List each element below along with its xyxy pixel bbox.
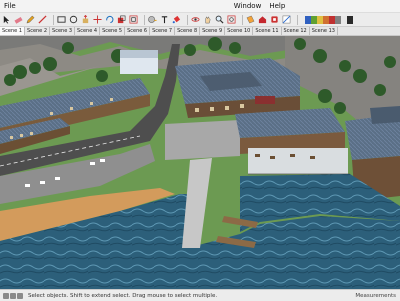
- extension-icon[interactable]: [270, 15, 279, 24]
- scale-icon[interactable]: [117, 15, 126, 24]
- line-icon[interactable]: [38, 15, 47, 24]
- menu-help[interactable]: Help: [265, 0, 289, 12]
- waterfront-restaurant: [235, 108, 350, 175]
- tab-scene-3[interactable]: Scene 3: [50, 27, 76, 35]
- toolbar-separator: [53, 14, 54, 25]
- tab-scene-8[interactable]: Scene 8: [175, 27, 201, 35]
- rotate-icon[interactable]: [105, 15, 114, 24]
- white-building-roof: [120, 50, 158, 58]
- tab-scene-10[interactable]: Scene 10: [225, 27, 254, 35]
- tab-scene-11[interactable]: Scene 11: [253, 27, 282, 35]
- tab-scene-9[interactable]: Scene 9: [200, 27, 226, 35]
- status-hint: Select objects. Shift to extend select. …: [28, 292, 218, 299]
- warehouse-icon[interactable]: [258, 15, 267, 24]
- styles-icon[interactable]: [282, 15, 291, 24]
- toolbar-separator: [242, 14, 243, 25]
- tab-scene-7[interactable]: Scene 7: [150, 27, 176, 35]
- main-lodge: [175, 58, 300, 118]
- pan-icon[interactable]: [203, 15, 212, 24]
- model-viewport[interactable]: [0, 36, 400, 289]
- tab-scene-13[interactable]: Scene 13: [310, 27, 338, 35]
- select-icon[interactable]: [2, 15, 11, 24]
- status-icons: [3, 292, 24, 299]
- tab-scene-1[interactable]: Scene 1: [0, 27, 26, 35]
- rectangle-icon[interactable]: [57, 15, 66, 24]
- tape-measure-icon[interactable]: [148, 15, 157, 24]
- main-toolbar: [0, 13, 400, 27]
- section-plane-icon[interactable]: [246, 15, 255, 24]
- menu-window[interactable]: Window: [230, 0, 266, 12]
- geo-location-icon[interactable]: [3, 292, 9, 299]
- user-icon[interactable]: [17, 292, 23, 299]
- eraser-icon[interactable]: [14, 15, 23, 24]
- menu-bar: File Window Help: [0, 0, 400, 13]
- pencil-icon[interactable]: [26, 15, 35, 24]
- zoom-extents-icon[interactable]: [227, 15, 236, 24]
- credits-icon[interactable]: [10, 292, 16, 299]
- menu-file[interactable]: File: [0, 0, 20, 12]
- white-building: [120, 58, 158, 74]
- circle-icon[interactable]: [69, 15, 78, 24]
- text-icon[interactable]: [160, 15, 169, 24]
- paint-bucket-icon[interactable]: [172, 15, 181, 24]
- color-swatches[interactable]: [305, 15, 353, 24]
- toolbar-separator: [187, 14, 188, 25]
- status-bar: Select objects. Shift to extend select. …: [0, 289, 400, 301]
- tab-scene-12[interactable]: Scene 12: [282, 27, 310, 35]
- scene-tabs: Scene 1 Scene 2 Scene 3 Scene 4 Scene 5 …: [0, 27, 400, 36]
- tab-scene-5[interactable]: Scene 5: [100, 27, 126, 35]
- tab-scene-2[interactable]: Scene 2: [25, 27, 51, 35]
- tab-scene-6[interactable]: Scene 6: [125, 27, 151, 35]
- push-pull-icon[interactable]: [81, 15, 90, 24]
- zoom-icon[interactable]: [215, 15, 224, 24]
- toolbar-separator: [144, 14, 145, 25]
- offset-icon[interactable]: [129, 15, 138, 24]
- tab-scene-4[interactable]: Scene 4: [75, 27, 101, 35]
- plaza: [165, 120, 240, 160]
- move-icon[interactable]: [93, 15, 102, 24]
- orbit-icon[interactable]: [191, 15, 200, 24]
- toolbar-separator: [297, 14, 298, 25]
- measurements-label[interactable]: Measurements: [355, 293, 396, 299]
